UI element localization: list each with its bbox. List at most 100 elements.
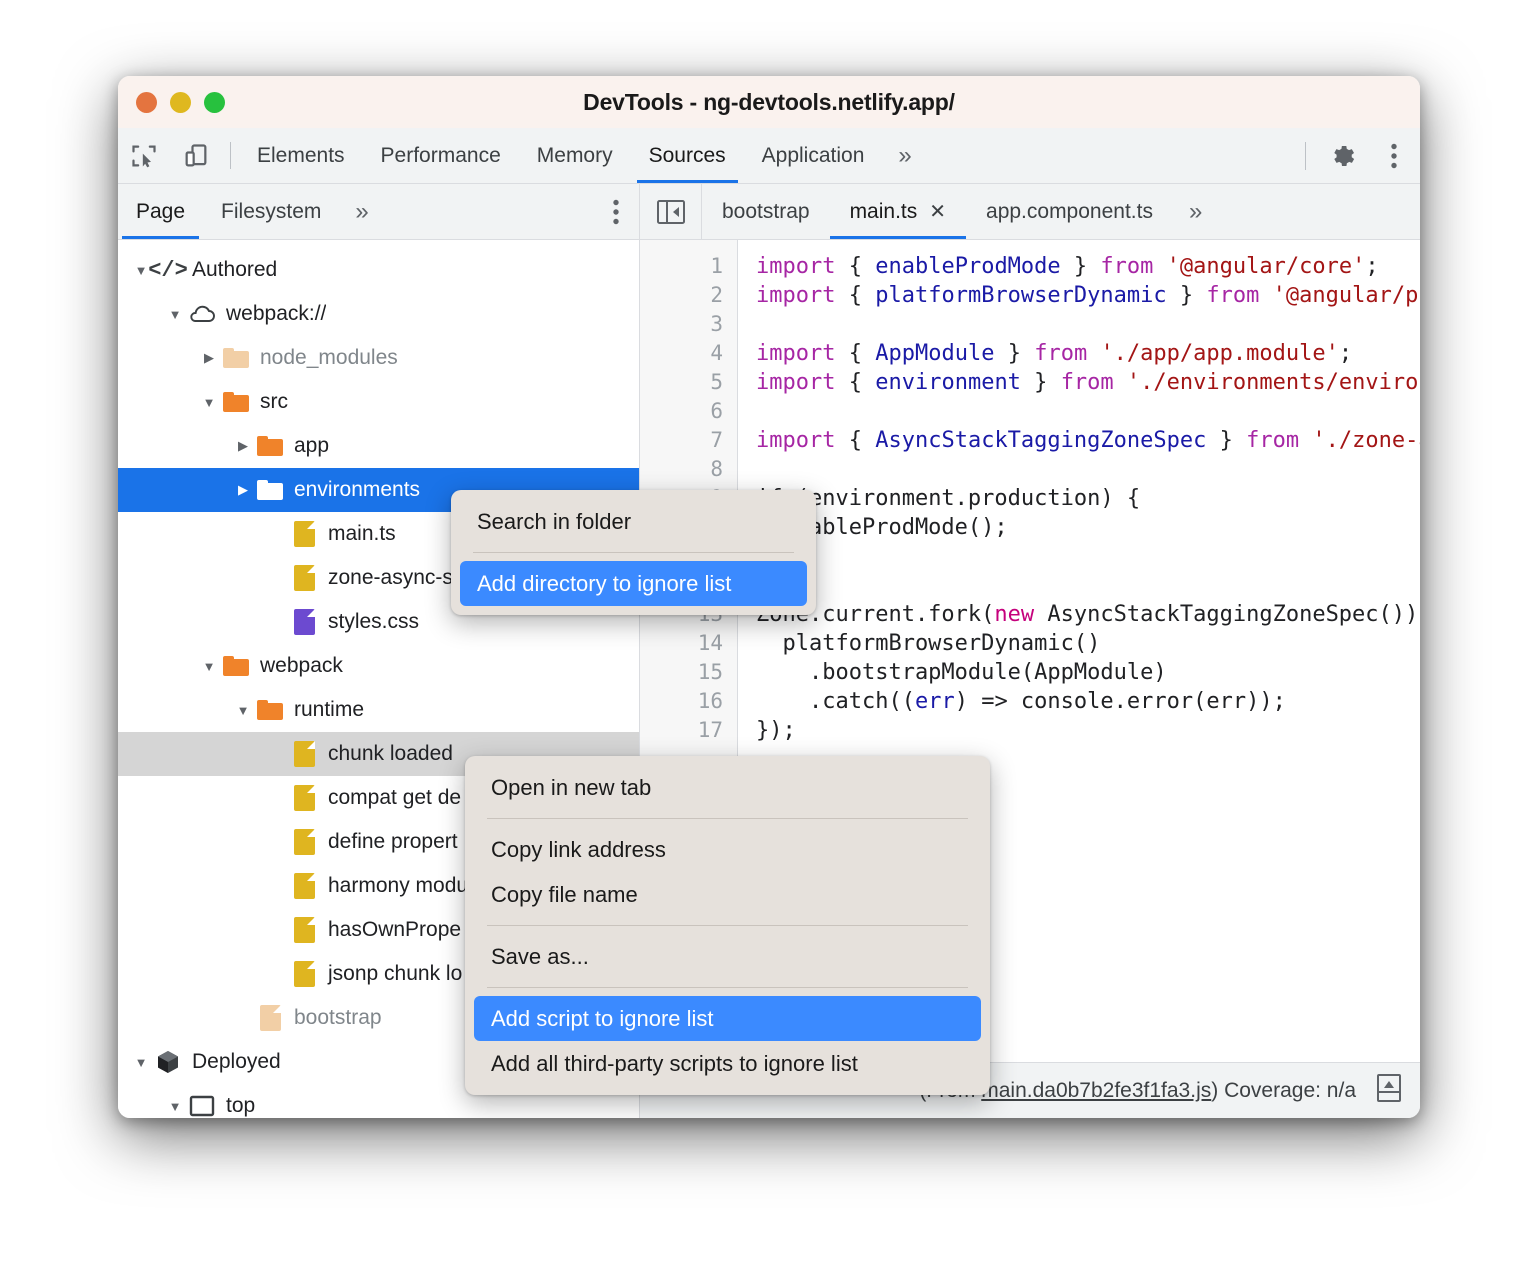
tree-item-label: src	[252, 390, 288, 414]
code-token: './zone-async-stack-tagging'	[1312, 428, 1420, 453]
tree-item-label: webpack	[252, 654, 343, 678]
tree-item-icon: </>	[152, 259, 184, 281]
tree-item-icon	[152, 1049, 184, 1075]
tree-item-icon	[254, 1005, 286, 1031]
chevron-right-icon[interactable]: ▶	[232, 438, 254, 454]
tree-item-webpack[interactable]: ▼ webpack	[118, 644, 639, 688]
menu-item-add-all-third-party-scripts-to-ignore-list[interactable]: Add all third-party scripts to ignore li…	[465, 1041, 990, 1086]
pretty-print-icon[interactable]	[1374, 1072, 1404, 1110]
folder-icon	[223, 348, 249, 368]
inspect-element-icon[interactable]	[118, 128, 170, 183]
tab-application-label: Application	[762, 144, 865, 168]
tree-item-icon	[220, 348, 252, 368]
chevron-down-icon[interactable]: ▼	[130, 1055, 152, 1070]
file-icon	[260, 1005, 281, 1031]
code-token: ;	[1365, 254, 1378, 279]
code-line: import { AsyncStackTaggingZoneSpec } fro…	[756, 426, 1420, 455]
tab-elements[interactable]: Elements	[239, 128, 363, 183]
chevron-right-icon[interactable]: ▶	[198, 350, 220, 366]
tree-item-label: Deployed	[184, 1050, 281, 1074]
menu-item-add-script-to-ignore-list[interactable]: Add script to ignore list	[474, 996, 981, 1041]
code-token: import	[756, 283, 835, 308]
menu-item-copy-file-name[interactable]: Copy file name	[465, 872, 990, 917]
menu-item-label: Add all third-party scripts to ignore li…	[491, 1051, 858, 1077]
code-line: platformBrowserDynamic()	[756, 629, 1420, 658]
folder-context-menu[interactable]: Search in folder Add directory to ignore …	[451, 490, 816, 615]
source-file-link[interactable]: main.da0b7b2fe3f1fa3.js	[981, 1079, 1211, 1102]
tab-memory[interactable]: Memory	[519, 128, 631, 183]
tree-item-label: harmony modu	[320, 874, 468, 898]
more-navigator-tabs-chevron-icon[interactable]: »	[339, 184, 384, 239]
menu-item-search-in-folder[interactable]: Search in folder	[451, 499, 816, 544]
nav-tab-filesystem[interactable]: Filesystem	[203, 184, 339, 239]
show-navigator-icon[interactable]	[640, 184, 702, 239]
line-number: 16	[640, 687, 723, 716]
line-number: 4	[640, 339, 723, 368]
tree-item-icon	[288, 917, 320, 943]
menu-item-copy-link-address[interactable]: Copy link address	[465, 827, 990, 872]
tree-item-runtime[interactable]: ▼runtime	[118, 688, 639, 732]
chevron-down-icon[interactable]: ▼	[164, 1099, 186, 1114]
menu-item-label: Copy link address	[491, 837, 666, 863]
more-navigator-tabs-label: »	[355, 198, 368, 226]
folder-icon	[223, 656, 249, 676]
navigator-tab-list: Page Filesystem »	[118, 184, 639, 240]
tree-item-icon	[186, 1095, 218, 1117]
more-editor-tabs-chevron-icon[interactable]: »	[1173, 184, 1218, 239]
folder-icon	[257, 700, 283, 720]
menu-item-label: Add script to ignore list	[491, 1006, 714, 1032]
status-suffix: ) Coverage: n/a	[1211, 1079, 1356, 1102]
code-token: environment.production) {	[809, 486, 1140, 511]
zoom-window-button[interactable]	[204, 92, 225, 113]
menu-item-add-directory-to-ignore-list[interactable]: Add directory to ignore list	[460, 561, 807, 606]
tree-item-label: jsonp chunk lo	[320, 962, 462, 986]
editor-tab-bootstrap[interactable]: bootstrap	[702, 184, 830, 239]
chevron-down-icon[interactable]: ▼	[232, 703, 254, 718]
tree-item-icon	[288, 565, 320, 591]
code-token: {	[835, 283, 875, 308]
nav-tab-filesystem-label: Filesystem	[221, 200, 321, 224]
tree-item-label: app	[286, 434, 329, 458]
tree-item-authored[interactable]: ▼</>Authored	[118, 248, 639, 292]
code-token: enableProdMode	[875, 254, 1060, 279]
close-icon[interactable]: ✕	[929, 199, 946, 224]
menu-item-label: Open in new tab	[491, 775, 651, 801]
chevron-right-icon[interactable]: ▶	[232, 482, 254, 498]
tree-item-webpack[interactable]: ▼webpack://	[118, 292, 639, 336]
file-context-menu[interactable]: Open in new tab Copy link address Copy fil…	[465, 756, 990, 1095]
nav-tab-page[interactable]: Page	[118, 184, 203, 239]
tab-application[interactable]: Application	[744, 128, 883, 183]
editor-tab-main-ts[interactable]: main.ts ✕	[830, 184, 966, 239]
menu-item-open-in-new-tab[interactable]: Open in new tab	[465, 765, 990, 810]
menu-item-save-as[interactable]: Save as...	[465, 934, 990, 979]
code-token: '@angular/core'	[1167, 254, 1366, 279]
frame-icon	[189, 1095, 215, 1117]
chevron-down-icon[interactable]: ▼	[198, 395, 220, 410]
menu-item-label: Save as...	[491, 944, 589, 970]
close-window-button[interactable]	[136, 92, 157, 113]
tree-item-node-modules[interactable]: ▶node_modules	[118, 336, 639, 380]
editor-tab-app-component-ts[interactable]: app.component.ts	[966, 184, 1173, 239]
chevron-down-icon[interactable]: ▼	[164, 307, 186, 322]
code-line: Zone.current.fork(new AsyncStackTaggingZ…	[756, 600, 1420, 629]
tree-item-icon	[220, 656, 252, 676]
chevron-down-icon[interactable]: ▼	[198, 659, 220, 674]
minimize-window-button[interactable]	[170, 92, 191, 113]
device-toolbar-icon[interactable]	[170, 128, 222, 183]
tree-item-icon	[288, 829, 320, 855]
code-token: './environments/environment'	[1127, 370, 1420, 395]
code-token	[1259, 283, 1272, 308]
tab-sources[interactable]: Sources	[631, 128, 744, 183]
tab-performance[interactable]: Performance	[363, 128, 519, 183]
file-icon	[294, 785, 315, 811]
navigator-more-options-icon[interactable]	[593, 184, 639, 239]
tree-item-app[interactable]: ▶ app	[118, 424, 639, 468]
tree-item-label: zone-async-sta	[320, 566, 470, 590]
code-token: }	[1061, 254, 1101, 279]
menu-separator	[487, 925, 968, 926]
code-token: }	[1021, 370, 1061, 395]
more-options-icon[interactable]	[1368, 143, 1420, 169]
more-panels-chevron-icon[interactable]: »	[882, 128, 927, 183]
gear-icon[interactable]	[1316, 142, 1368, 170]
tree-item-src[interactable]: ▼ src	[118, 380, 639, 424]
